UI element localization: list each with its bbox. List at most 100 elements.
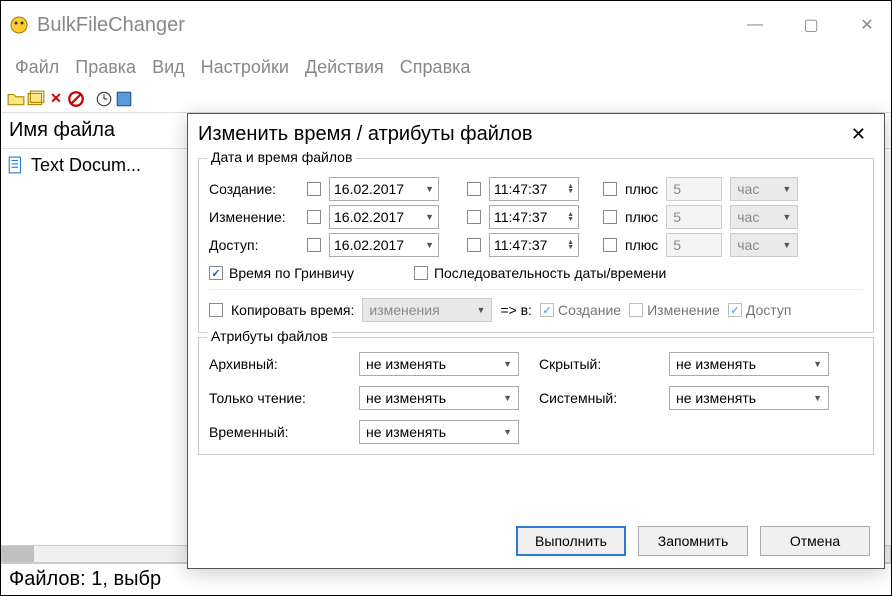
spinner-icon: ▲▼ (567, 240, 574, 250)
dialog-titlebar: Изменить время / атрибуты файлов ✕ (188, 114, 884, 154)
group-attributes-title: Атрибуты файлов (207, 328, 332, 344)
stop-icon[interactable] (67, 90, 85, 108)
chevron-down-icon: ▼ (425, 240, 434, 250)
offset-number[interactable]: 5 (666, 177, 722, 201)
time-input[interactable]: 11:47:37▲▼ (489, 205, 579, 229)
copy-to-accessed-checkbox[interactable] (728, 303, 742, 317)
run-icon[interactable] (115, 90, 133, 108)
minimize-button[interactable]: — (739, 9, 771, 41)
spinner-icon: ▲▼ (567, 184, 574, 194)
maximize-button[interactable]: ▢ (795, 9, 827, 41)
menubar: Файл Правка Вид Настройки Действия Справ… (1, 49, 891, 85)
attr-system-select[interactable]: не изменять▼ (669, 386, 829, 410)
gmt-checkbox[interactable] (209, 266, 223, 280)
chevron-down-icon: ▼ (425, 184, 434, 194)
attr-hidden-label: Скрытый: (539, 356, 649, 372)
scrollbar-thumb[interactable] (2, 546, 34, 562)
app-icon (9, 15, 29, 35)
chevron-down-icon: ▼ (813, 393, 822, 403)
open-multi-icon[interactable] (27, 90, 45, 108)
toolbar: ✕ (1, 85, 891, 113)
chevron-down-icon: ▼ (782, 184, 791, 194)
copy-to-modified-checkbox[interactable] (629, 303, 643, 317)
datetime-row: Изменение: 16.02.2017▼ 11:47:37▲▼ плюс 5 час▼ (209, 205, 863, 229)
dt-label: Создание: (209, 181, 299, 197)
time-input[interactable]: 11:47:37▲▼ (489, 177, 579, 201)
copy-to-created-label: Создание (558, 302, 621, 318)
menu-file[interactable]: Файл (9, 53, 65, 82)
sequence-label: Последовательность даты/времени (434, 265, 666, 281)
chevron-down-icon: ▼ (503, 359, 512, 369)
menu-edit[interactable]: Правка (69, 53, 142, 82)
attr-temp-label: Временный: (209, 424, 339, 440)
menu-actions[interactable]: Действия (299, 53, 390, 82)
dt-label: Изменение: (209, 209, 299, 225)
date-input[interactable]: 16.02.2017▼ (329, 205, 439, 229)
enable-time-checkbox[interactable] (467, 210, 481, 224)
chevron-down-icon: ▼ (503, 393, 512, 403)
plus-checkbox[interactable] (603, 210, 617, 224)
enable-date-checkbox[interactable] (307, 210, 321, 224)
menu-help[interactable]: Справка (394, 53, 477, 82)
attr-readonly-select[interactable]: не изменять▼ (359, 386, 519, 410)
cancel-button[interactable]: Отмена (760, 526, 870, 556)
titlebar: BulkFileChanger — ▢ ✕ (1, 1, 891, 49)
plus-label: плюс (625, 237, 658, 253)
gmt-label: Время по Гринвичу (229, 265, 354, 281)
spinner-icon: ▲▼ (567, 212, 574, 222)
enable-time-checkbox[interactable] (467, 182, 481, 196)
attr-system-label: Системный: (539, 390, 649, 406)
plus-checkbox[interactable] (603, 238, 617, 252)
sequence-checkbox[interactable] (414, 266, 428, 280)
datetime-row: Доступ: 16.02.2017▼ 11:47:37▲▼ плюс 5 час▼ (209, 233, 863, 257)
attr-temp-select[interactable]: не изменять▼ (359, 420, 519, 444)
clock-icon[interactable] (95, 90, 113, 108)
menu-view[interactable]: Вид (146, 53, 191, 82)
unit-select[interactable]: час▼ (730, 177, 798, 201)
dialog-title: Изменить время / атрибуты файлов (198, 123, 843, 146)
attr-readonly-label: Только чтение: (209, 390, 339, 406)
unit-select[interactable]: час▼ (730, 205, 798, 229)
enable-date-checkbox[interactable] (307, 238, 321, 252)
plus-label: плюс (625, 181, 658, 197)
date-input[interactable]: 16.02.2017▼ (329, 233, 439, 257)
group-attributes: Атрибуты файлов Архивный: не изменять▼ С… (198, 337, 874, 455)
copy-to-accessed-label: Доступ (746, 302, 792, 318)
plus-label: плюс (625, 209, 658, 225)
copy-time-label: Копировать время: (231, 302, 354, 318)
offset-number[interactable]: 5 (666, 233, 722, 257)
dialog-close-button[interactable]: ✕ (843, 120, 874, 149)
change-time-dialog: Изменить время / атрибуты файлов ✕ Дата … (187, 113, 885, 569)
unit-select[interactable]: час▼ (730, 233, 798, 257)
copy-time-checkbox[interactable] (209, 303, 223, 317)
time-input[interactable]: 11:47:37▲▼ (489, 233, 579, 257)
attr-archive-label: Архивный: (209, 356, 339, 372)
copy-to-created-checkbox[interactable] (540, 303, 554, 317)
attr-archive-select[interactable]: не изменять▼ (359, 352, 519, 376)
enable-date-checkbox[interactable] (307, 182, 321, 196)
attr-hidden-select[interactable]: не изменять▼ (669, 352, 829, 376)
dt-label: Доступ: (209, 237, 299, 253)
chevron-down-icon: ▼ (813, 359, 822, 369)
enable-time-checkbox[interactable] (467, 238, 481, 252)
chevron-down-icon: ▼ (476, 305, 485, 315)
chevron-down-icon: ▼ (782, 212, 791, 222)
datetime-row: Создание: 16.02.2017▼ 11:47:37▲▼ плюс 5 час▼ (209, 177, 863, 201)
chevron-down-icon: ▼ (782, 240, 791, 250)
copy-to-modified-label: Изменение (647, 302, 720, 318)
open-folder-icon[interactable] (7, 90, 25, 108)
run-button[interactable]: Выполнить (516, 526, 626, 556)
group-datetime: Дата и время файлов Создание:16.02.2017▼… (198, 158, 874, 333)
remove-icon[interactable]: ✕ (47, 90, 65, 108)
save-button[interactable]: Запомнить (638, 526, 748, 556)
menu-settings[interactable]: Настройки (195, 53, 295, 82)
close-button[interactable]: ✕ (851, 9, 883, 41)
copy-from-select[interactable]: изменения ▼ (362, 298, 492, 322)
date-input[interactable]: 16.02.2017▼ (329, 177, 439, 201)
offset-number[interactable]: 5 (666, 205, 722, 229)
plus-checkbox[interactable] (603, 182, 617, 196)
group-datetime-title: Дата и время файлов (207, 149, 356, 165)
text-file-icon (7, 156, 25, 174)
app-title: BulkFileChanger (37, 14, 739, 37)
file-name: Text Docum... (31, 155, 141, 176)
